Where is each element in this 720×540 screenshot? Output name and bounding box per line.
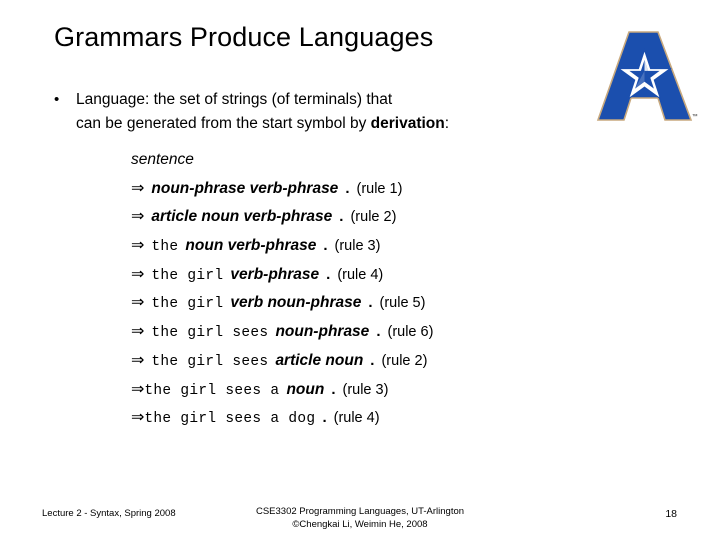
derives-arrow-icon: ⇒ <box>131 409 145 427</box>
nonterminal-symbol: noun-phrase <box>275 323 370 341</box>
bullet-line-2-prefix: can be generated from the start symbol b… <box>76 114 371 132</box>
derivation-sequence: sentence ⇒ noun-phrase verb-phrase. (rule … <box>131 146 651 433</box>
derivation-step: ⇒the girl sees a noun. (rule 3) <box>131 376 651 405</box>
derives-arrow-icon: ⇒ <box>131 294 145 312</box>
sentence-period: . <box>339 208 344 226</box>
derivation-step: ⇒the girl sees a dog. (rule 4) <box>131 404 651 433</box>
nonterminal-symbol: noun-phrase verb-phrase <box>151 179 339 197</box>
rule-annotation: (rule 4) <box>333 410 380 427</box>
nonterminal-symbol: verb noun-phrase <box>230 294 362 312</box>
terminal-symbol: the girl sees <box>151 325 269 342</box>
terminal-symbol: the girl sees a dog <box>144 411 316 428</box>
nonterminal-symbol: noun <box>286 380 325 398</box>
nonterminal-symbol: article noun <box>275 351 364 369</box>
trademark-icon: ™ <box>691 114 698 120</box>
rule-annotation: (rule 2) <box>350 209 397 226</box>
terminal-symbol: the girl <box>151 267 224 284</box>
rule-annotation: (rule 6) <box>387 324 434 341</box>
derivation-step: ⇒ the noun verb-phrase. (rule 3) <box>131 232 651 261</box>
nonterminal-symbol: article noun verb-phrase <box>151 208 333 226</box>
terminal-symbol: the girl sees a <box>144 382 280 399</box>
derivation-step: ⇒ the girl sees article noun. (rule 2) <box>131 347 651 376</box>
rule-annotation: (rule 2) <box>381 352 428 369</box>
derivation-step: ⇒ noun-phrase verb-phrase. (rule 1) <box>131 175 651 204</box>
derives-arrow-icon: ⇒ <box>131 237 145 255</box>
sentence-period: . <box>322 409 327 427</box>
bullet-dot-icon: • <box>54 91 60 108</box>
rule-annotation: (rule 1) <box>356 180 403 197</box>
bullet-list: • Language: the set of strings (of termi… <box>54 88 574 135</box>
nonterminal-symbol: verb-phrase <box>230 265 320 283</box>
footer-course-line: CSE3302 Programming Languages, UT-Arling… <box>255 506 465 517</box>
start-symbol-label: sentence <box>131 151 194 168</box>
sentence-period: . <box>368 294 373 312</box>
bullet-line-2-suffix: : <box>444 114 450 132</box>
sentence-period: . <box>345 179 350 197</box>
rule-annotation: (rule 5) <box>379 295 426 312</box>
footer-course-info: CSE3302 Programming Languages, UT-Arling… <box>0 505 720 531</box>
slide-canvas: Grammars Produce Languages ™ • Language:… <box>0 0 720 540</box>
nonterminal-symbol: noun verb-phrase <box>185 237 317 255</box>
logo-graphic <box>596 31 693 121</box>
rule-annotation: (rule 3) <box>342 381 389 398</box>
derives-arrow-icon: ⇒ <box>131 323 145 341</box>
derivation-step: ⇒ the girl verb-phrase. (rule 4) <box>131 261 651 290</box>
derives-arrow-icon: ⇒ <box>131 380 145 398</box>
page-title: Grammars Produce Languages <box>54 22 434 52</box>
derives-arrow-icon: ⇒ <box>131 179 145 197</box>
derives-arrow-icon: ⇒ <box>131 351 145 369</box>
terminal-symbol: the girl <box>151 296 224 313</box>
sentence-period: . <box>326 265 331 283</box>
emphasis-derivation: derivation <box>370 114 445 132</box>
rule-annotation: (rule 4) <box>337 266 384 283</box>
derives-arrow-icon: ⇒ <box>131 265 145 283</box>
derivation-step: ⇒ the girl sees noun-phrase. (rule 6) <box>131 318 651 347</box>
page-number: 18 <box>665 508 677 520</box>
footer-copyright-line: ©Chengkai Li, Weimin He, 2008 <box>292 519 428 530</box>
ut-arlington-a-logo: ™ <box>588 28 700 126</box>
terminal-symbol: the <box>151 239 179 256</box>
sentence-period: . <box>331 380 336 398</box>
derivation-step: ⇒ article noun verb-phrase. (rule 2) <box>131 203 651 232</box>
bullet-item-text: Language: the set of strings (of termina… <box>76 88 449 135</box>
rule-annotation: (rule 3) <box>334 238 381 255</box>
terminal-symbol: the girl sees <box>151 353 269 370</box>
derives-arrow-icon: ⇒ <box>131 208 145 226</box>
bullet-line-1: Language: the set of strings (of termina… <box>76 91 393 108</box>
derivation-step: ⇒ the girl verb noun-phrase. (rule 5) <box>131 289 651 318</box>
sentence-period: . <box>376 323 381 341</box>
derivation-start-symbol: sentence <box>131 146 651 175</box>
list-item: • Language: the set of strings (of termi… <box>54 88 574 135</box>
sentence-period: . <box>323 237 328 255</box>
sentence-period: . <box>370 351 375 369</box>
